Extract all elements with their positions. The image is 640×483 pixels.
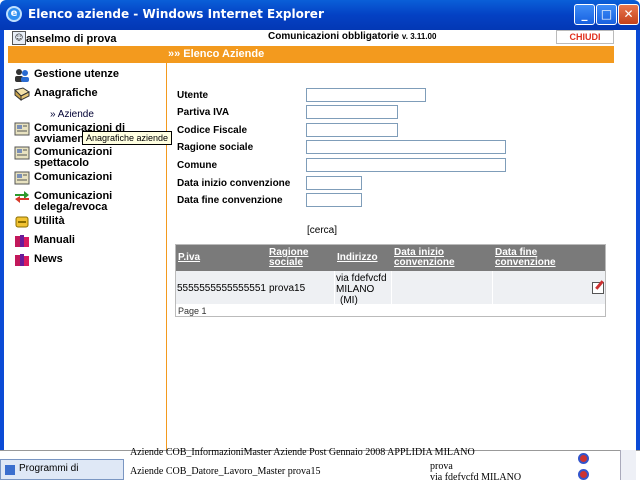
sidebar-item-comunicazioni[interactable]: Comunicazioni <box>14 171 113 186</box>
col-header-data-inizio[interactable]: Data inizio convenzione <box>394 248 455 268</box>
app-title-text: Comunicazioni obbligatorie <box>268 31 400 42</box>
book-icon <box>14 87 30 102</box>
codice-fiscale-field[interactable] <box>306 123 398 137</box>
table-header: P.iva Ragione sociale Indirizzo Data ini… <box>176 245 605 271</box>
col-header-data-inizio-line2: convenzione <box>394 257 455 268</box>
close-window-button[interactable]: ✕ <box>618 4 639 25</box>
books-icon <box>14 234 30 248</box>
form-icon <box>14 146 30 160</box>
label-utente: Utente <box>177 90 209 101</box>
app-title: Comunicazioni obbligatorie v. 3.11.00 <box>268 31 436 42</box>
breadcrumb-bar: »» Elenco Aziende <box>8 46 614 63</box>
books-icon <box>14 253 30 267</box>
sidebar-item-anagrafiche[interactable]: Anagrafiche <box>14 87 98 102</box>
sidebar-item-utilita[interactable]: Utilità <box>14 216 65 230</box>
label-data-fine-convenzione: Data fine convenzione <box>177 195 283 206</box>
users-icon <box>14 68 30 82</box>
cell-piva: 5555555555555551 <box>177 283 266 294</box>
username: anselmo di prova <box>26 33 117 45</box>
browser-title-bar: e Elenco aziende - Windows Internet Expl… <box>0 0 640 30</box>
arrows-icon <box>14 190 30 204</box>
sidebar-item-label: Comunicazioni spettacolo <box>34 146 113 169</box>
cell-indirizzo-line2: MILANO <box>336 284 375 295</box>
label-data-inizio-convenzione: Data inizio convenzione <box>177 178 291 189</box>
col-header-ragione-sociale[interactable]: Ragione sociale <box>269 248 308 268</box>
window-frame-right <box>636 30 640 450</box>
sidebar-item-label: Comunicazioni delega/revoca <box>34 190 113 213</box>
main-content: Utente Partiva IVA Codice Fiscale Ragion… <box>168 63 614 450</box>
data-fine-field[interactable] <box>306 193 362 207</box>
form-icon <box>14 122 30 136</box>
sidebar-item-gestione-utenze[interactable]: Gestione utenze <box>14 69 119 83</box>
label-partita-iva: Partiva IVA <box>177 107 230 118</box>
background-row: Aziende COB_InformazioniMaster Aziende P… <box>130 447 475 458</box>
sidebar: Gestione utenze Anagrafiche » Aziende Co… <box>8 63 167 450</box>
taskbar-item[interactable]: Programmi di <box>0 459 124 480</box>
app-version: v. 3.11.00 <box>401 32 437 41</box>
cell-ragione-sociale: prova15 <box>269 283 306 294</box>
chiudi-button[interactable]: CHIUDI <box>556 30 614 44</box>
column-divider <box>492 271 493 304</box>
col-header-data-fine[interactable]: Data fine convenzione <box>495 248 556 268</box>
app-header: ☺ anselmo di prova Comunicazioni obbliga… <box>8 30 614 46</box>
sidebar-item-label: Comunicazioni <box>34 171 113 183</box>
col-header-indirizzo[interactable]: Indirizzo <box>337 253 378 263</box>
sidebar-subitem-aziende[interactable]: » Aziende <box>50 109 94 120</box>
background-cell: via fdefvcfd MILANO <box>430 472 522 483</box>
partita-iva-field[interactable] <box>306 105 398 119</box>
sidebar-item-comunicazioni-delega-revoca[interactable]: Comunicazioni delega/revoca <box>14 191 124 213</box>
tools-icon <box>14 215 30 229</box>
cell-indirizzo-line1: via fdefvcfd <box>336 273 387 284</box>
label-codice-fiscale: Codice Fiscale <box>177 125 248 136</box>
breadcrumb: »» Elenco Aziende <box>168 48 265 60</box>
minimize-button[interactable]: _ <box>574 4 595 25</box>
sidebar-item-label: Utilità <box>34 215 65 227</box>
sidebar-item-label: Gestione utenze <box>34 68 119 80</box>
data-inizio-field[interactable] <box>306 176 362 190</box>
window-title: Elenco aziende - Windows Internet Explor… <box>28 7 324 21</box>
sidebar-item-label: Manuali <box>34 234 75 246</box>
tooltip: Anagrafiche aziende <box>82 131 173 145</box>
status-icon <box>578 469 589 480</box>
col-header-data-fine-line2: convenzione <box>495 257 556 268</box>
col-header-piva[interactable]: P.iva <box>178 253 200 263</box>
utente-field[interactable] <box>306 88 426 102</box>
results-table: P.iva Ragione sociale Indirizzo Data ini… <box>175 244 606 317</box>
label-comune: Comune <box>177 160 217 171</box>
scrollbar[interactable] <box>620 450 636 480</box>
ragione-sociale-field[interactable] <box>306 140 506 154</box>
edit-icon[interactable] <box>592 282 604 294</box>
internet-explorer-icon: e <box>6 6 22 22</box>
comune-field[interactable] <box>306 158 506 172</box>
window-frame-left <box>0 30 4 450</box>
cell-indirizzo-line3: (MI) <box>340 295 358 306</box>
status-icon <box>578 453 589 464</box>
label-ragione-sociale: Ragione sociale <box>177 142 254 153</box>
sidebar-item-label: Anagrafiche <box>34 87 98 99</box>
column-divider <box>391 271 392 304</box>
col-header-ragione-line2: sociale <box>269 257 303 268</box>
cell-indirizzo: via fdefvcfd MILANO (MI) <box>336 271 387 306</box>
cerca-link[interactable]: [cerca] <box>307 225 337 236</box>
background-cell: prova <box>430 461 453 472</box>
pager[interactable]: Page 1 <box>178 306 207 316</box>
sidebar-item-news[interactable]: News <box>14 254 63 268</box>
maximize-button[interactable]: □ <box>596 4 617 25</box>
sidebar-item-manuali[interactable]: Manuali <box>14 235 75 249</box>
sidebar-item-comunicazioni-spettacolo[interactable]: Comunicazioni spettacolo <box>14 146 124 169</box>
sidebar-item-label: News <box>34 253 63 265</box>
form-icon <box>14 171 30 185</box>
column-divider <box>334 271 335 304</box>
background-row: Aziende COB_Datore_Lavoro_Master prova15 <box>130 466 321 477</box>
